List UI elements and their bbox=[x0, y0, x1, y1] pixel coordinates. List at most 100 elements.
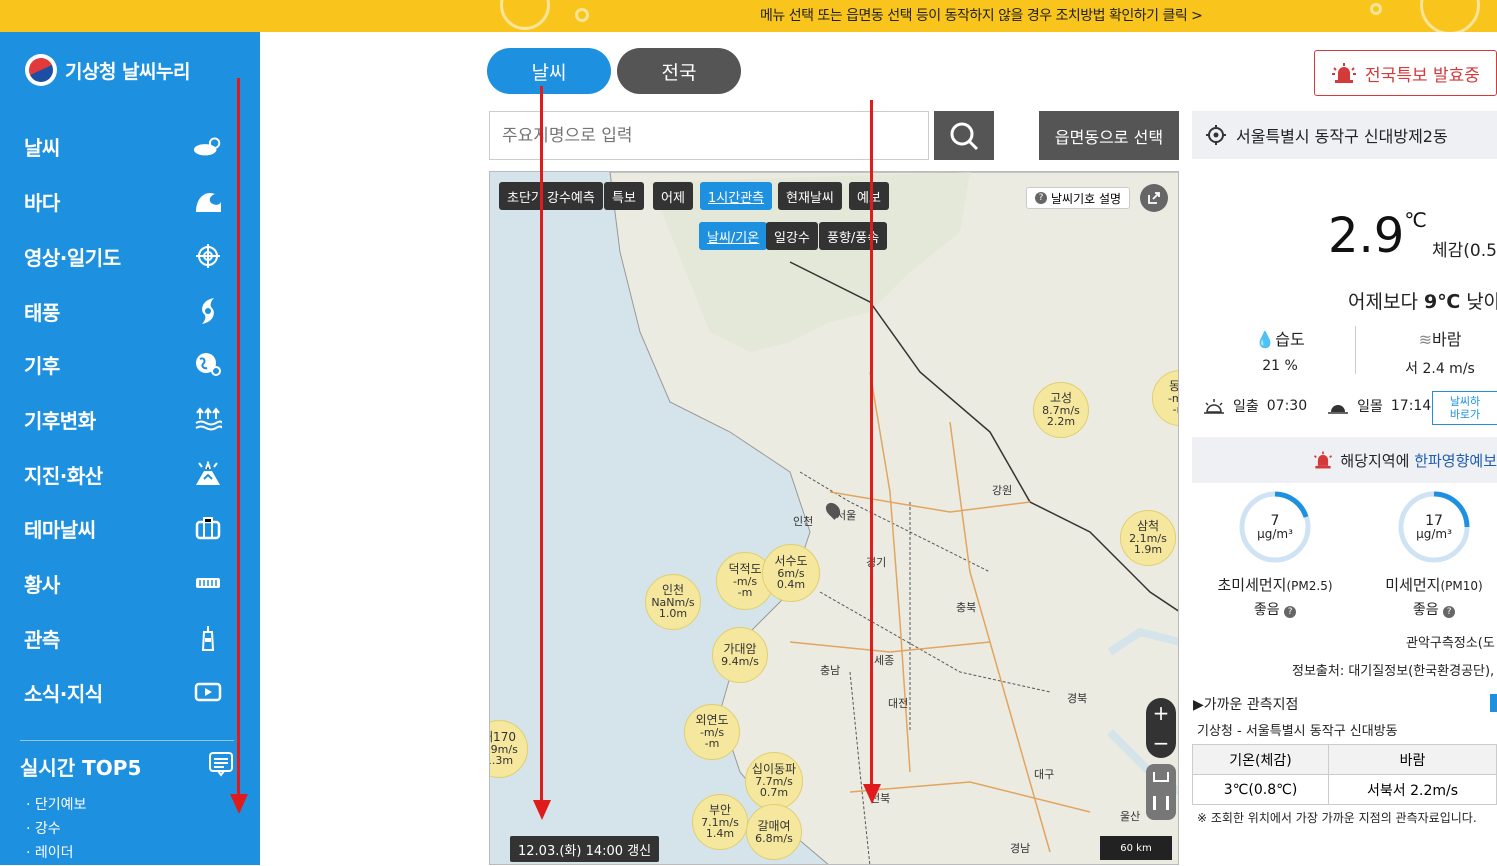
current-location[interactable]: 서울특별시 동작구 신대방제2동 bbox=[1192, 111, 1497, 159]
station-wave: 1.3m bbox=[490, 754, 514, 768]
sidebar-item-theme-weather[interactable]: 테마날씨 bbox=[24, 510, 224, 546]
decorative-circle bbox=[500, 0, 550, 30]
station-bubble[interactable]: 고성 8.7m/s 2.2m bbox=[1033, 382, 1089, 438]
station-name: 십이동파 bbox=[751, 762, 797, 777]
realtime-top5: 실시간 TOP5 · 단기예보 · 강수 · 레이더 bbox=[20, 740, 234, 866]
annotation-arrow bbox=[870, 100, 873, 790]
chip-weather-temp[interactable]: 날씨/기온 bbox=[699, 222, 768, 250]
sidebar-item-label: 태풍 bbox=[24, 300, 60, 325]
pm25-code: (PM2.5) bbox=[1286, 579, 1333, 593]
layers-icon[interactable] bbox=[1153, 796, 1169, 810]
sidebar-item-weather[interactable]: 날씨 bbox=[24, 128, 224, 164]
cold-wave-notice[interactable]: 해당지역에 한파영향예보 bbox=[1192, 437, 1497, 483]
ruler-icon[interactable] bbox=[1153, 772, 1169, 782]
sidebar-item-label: 영상·일기도 bbox=[24, 245, 121, 270]
decorative-circle bbox=[1370, 3, 1382, 15]
tab-weather[interactable]: 날씨 bbox=[487, 48, 611, 94]
toggle-handle[interactable] bbox=[1490, 694, 1497, 712]
cold-notice-link[interactable]: 한파영향예보 bbox=[1414, 452, 1497, 470]
region-label: 대전 bbox=[888, 697, 909, 710]
station-wave: 1.9m bbox=[1133, 543, 1163, 557]
station-bubble[interactable]: 외연도 -m/s -m bbox=[684, 704, 740, 760]
external-link-icon[interactable] bbox=[1140, 184, 1168, 212]
station-wave: 0.4m bbox=[776, 578, 806, 592]
station-bubble[interactable]: 가대암 9.4m/s bbox=[712, 627, 768, 683]
top5-item[interactable]: · 단기예보 bbox=[20, 794, 234, 814]
chip-hourly-observation[interactable]: 1시간관측 bbox=[700, 182, 773, 210]
eup-select-button[interactable]: 읍면동으로 선택 bbox=[1039, 111, 1179, 160]
sidebar-item-yellow-dust[interactable]: 황사 bbox=[24, 565, 224, 601]
station-wave: -m bbox=[737, 586, 753, 600]
current-temperature: 2.9℃ bbox=[1328, 208, 1427, 264]
station-bubble[interactable]: 삼척 2.1m/s 1.9m bbox=[1120, 510, 1176, 566]
sidebar-item-observation[interactable]: 관측 bbox=[24, 620, 224, 656]
legend-button[interactable]: ? 날씨기호 설명 bbox=[1026, 187, 1131, 209]
sidebar-item-sea[interactable]: 바다 bbox=[24, 183, 224, 219]
site-logo[interactable]: 기상청 날씨누리 bbox=[25, 54, 190, 86]
chip-current-weather[interactable]: 현재날씨 bbox=[778, 182, 842, 210]
sidebar-item-climate-change[interactable]: 기후변화 bbox=[24, 401, 224, 437]
sidebar-item-climate[interactable]: 기후 bbox=[24, 346, 224, 382]
station-name: 덕적도 bbox=[728, 562, 762, 577]
top5-item[interactable]: · 강수 bbox=[20, 818, 234, 838]
station-wave: 1.4m bbox=[705, 827, 735, 841]
weather-shortcut-button[interactable]: 날씨하 바로가 bbox=[1432, 391, 1497, 425]
region-label: 대구 bbox=[1034, 768, 1055, 781]
divider bbox=[1355, 326, 1356, 374]
humidity-label: 습도 bbox=[1275, 330, 1305, 349]
shortcut-line: 바로가 bbox=[1449, 408, 1481, 422]
chip-nowcast-precip[interactable]: 초단기 강수예측 bbox=[499, 182, 603, 210]
station-bubble[interactable]: 부안 7.1m/s 1.4m bbox=[692, 794, 748, 850]
station-name: 갈매여 bbox=[757, 818, 791, 833]
annotation-arrowhead bbox=[230, 794, 248, 814]
station-wind: 6.8m/s bbox=[755, 831, 793, 845]
chip-wind[interactable]: 풍향/풍속 bbox=[819, 222, 888, 250]
wind-label: 바람 bbox=[1431, 330, 1462, 349]
station-bubble[interactable]: 인천 NaNm/s 1.0m bbox=[645, 574, 701, 630]
search-input[interactable] bbox=[489, 111, 929, 160]
top-notice-bar[interactable]: 메뉴 선택 또는 읍면동 선택 등이 동작하지 않을 경우 조치방법 확인하기 … bbox=[0, 0, 1497, 35]
sidebar-item-earthquake[interactable]: 지진·화산 bbox=[24, 456, 224, 492]
zoom-in-icon[interactable]: + bbox=[1153, 701, 1170, 725]
weather-map[interactable]: 초단기 강수예측 특보 어제 1시간관측 현재날씨 예보 날씨/기온 일강수 풍… bbox=[489, 171, 1179, 865]
chip-yesterday[interactable]: 어제 bbox=[653, 182, 693, 210]
help-icon[interactable]: ? bbox=[1443, 606, 1456, 618]
station-name: 가대암 bbox=[723, 641, 757, 656]
tab-nationwide[interactable]: 전국 bbox=[617, 48, 741, 94]
zoom-out-icon[interactable]: − bbox=[1153, 731, 1170, 755]
compare-value: 9℃ bbox=[1423, 291, 1461, 313]
chip-warning[interactable]: 특보 bbox=[604, 182, 644, 210]
table-cell: 서북서 2.2m/s bbox=[1328, 774, 1497, 805]
sidebar-item-news[interactable]: 소식·지식 bbox=[24, 674, 224, 710]
sidebar-item-typhoon[interactable]: 태풍 bbox=[24, 293, 224, 329]
decorative-circle bbox=[1420, 0, 1480, 35]
nationwide-alert-button[interactable]: 전국특보 발효중 bbox=[1314, 50, 1497, 96]
station-bubble[interactable]: 서수도 6m/s 0.4m bbox=[762, 544, 820, 602]
sunset-label: 일몰 bbox=[1357, 399, 1383, 415]
map-tools[interactable] bbox=[1146, 764, 1176, 820]
search-button[interactable] bbox=[934, 111, 994, 160]
data-source: 정보출처: 대기질정보(한국환경공단), bbox=[1292, 664, 1495, 679]
station-bubble[interactable]: 십이동파 7.7m/s 0.7m bbox=[745, 752, 803, 810]
legend-button-label: 날씨기호 설명 bbox=[1051, 191, 1122, 206]
station-bubble[interactable]: 갈매여 6.8m/s bbox=[746, 804, 802, 860]
cold-notice-text: 해당지역에 bbox=[1340, 451, 1415, 470]
typhoon-icon bbox=[192, 297, 224, 325]
top5-item[interactable]: · 레이더 bbox=[20, 842, 234, 862]
station-name: 동해 bbox=[1168, 379, 1179, 394]
table-header: 바람 bbox=[1328, 744, 1497, 775]
chip-forecast[interactable]: 예보 bbox=[849, 182, 889, 210]
chip-daily-precip[interactable]: 일강수 bbox=[766, 222, 818, 250]
station-wave: 1.0m bbox=[658, 607, 688, 621]
wind-icon: ≋ bbox=[1418, 330, 1432, 349]
sunrise-icon bbox=[1204, 399, 1224, 414]
region-label: 경북 bbox=[1067, 692, 1088, 705]
sidebar-item-satellite[interactable]: 영상·일기도 bbox=[24, 238, 224, 274]
table-cell: 3℃(0.8℃) bbox=[1191, 774, 1330, 805]
sidebar: 기상청 날씨누리 날씨 바다 영상·일기도 태풍 기후 기후변화 지진·화산 테… bbox=[0, 32, 260, 865]
help-icon[interactable]: ? bbox=[1284, 606, 1297, 618]
sidebar-item-label: 지진·화산 bbox=[24, 463, 103, 488]
notice-link[interactable]: 메뉴 선택 또는 읍면동 선택 등이 동작하지 않을 경우 조치방법 확인하기 … bbox=[760, 5, 1203, 25]
humidity-block: 💧습도 21 % bbox=[1240, 326, 1320, 374]
list-icon[interactable] bbox=[208, 751, 234, 782]
